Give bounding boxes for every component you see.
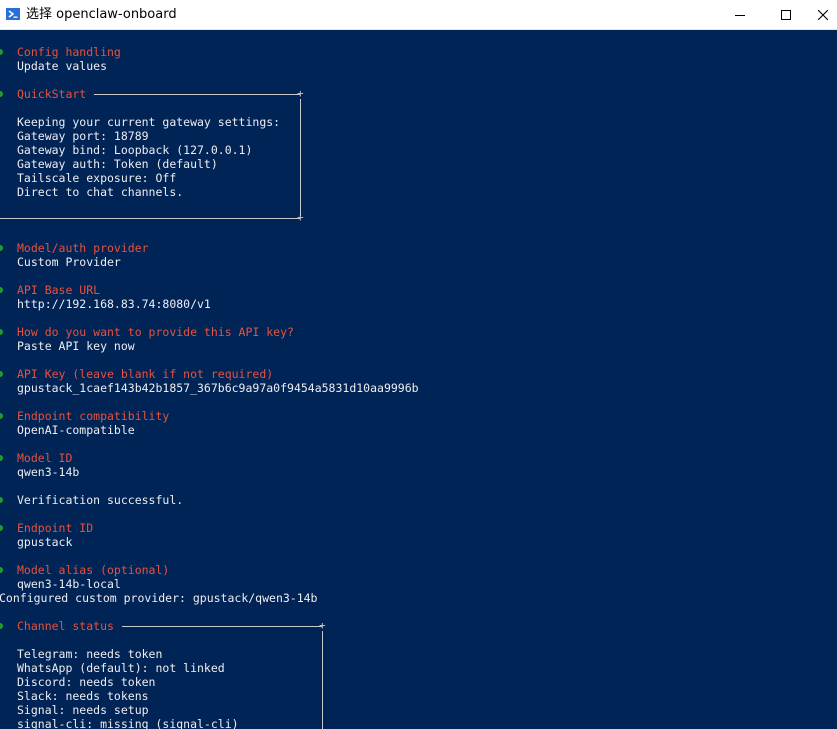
prompt-label: Endpoint ID [17, 521, 94, 535]
step-done-icon [0, 413, 3, 419]
prompt-label: How do you want to provide this API key? [17, 325, 294, 339]
prompt-label: API Key (leave blank if not required) [17, 367, 274, 381]
maximize-button[interactable] [763, 0, 809, 30]
quickstart-line: Gateway bind: Loopback (127.0.0.1) [17, 143, 253, 157]
channel-status-line: signal-cli: missing (signal-cli) [17, 717, 239, 729]
quickstart-line: Direct to chat channels. [17, 185, 184, 199]
channel-status-line: WhatsApp (default): not linked [17, 661, 225, 675]
quickstart-line: Gateway auth: Token (default) [17, 157, 218, 171]
minimize-icon [735, 15, 745, 16]
prompt-label: API Base URL [17, 283, 101, 297]
box-right-border [322, 631, 323, 729]
prompt-label: Endpoint compatibility [17, 409, 170, 423]
step-done-icon [0, 371, 3, 377]
terminal-app-icon [6, 8, 20, 20]
prompt-answer: Update values [17, 59, 108, 73]
prompt-label: Model/auth provider [17, 241, 149, 255]
prompt-label: Model ID [17, 451, 73, 465]
prompt-label: Config handling [17, 45, 121, 59]
title-bar: 选择 openclaw-onboard [0, 0, 837, 30]
box-right-border [300, 99, 301, 216]
step-done-icon [0, 497, 3, 503]
quickstart-line: Keeping your current gateway settings: [17, 115, 281, 129]
box-top-border [122, 626, 322, 627]
quickstart-line: Tailscale exposure: Off [17, 171, 177, 185]
step-done-icon [0, 455, 3, 461]
step-done-icon [0, 287, 3, 293]
channel-status-line: Discord: needs token [17, 675, 156, 689]
box-corner: + [319, 619, 326, 632]
prompt-answer: Paste API key now [17, 339, 135, 353]
channel-status-line: Slack: needs tokens [17, 689, 149, 703]
box-corner: + [297, 87, 304, 100]
step-done-icon [0, 329, 3, 335]
prompt-answer: qwen3-14b-local [17, 577, 121, 591]
prompt-label: Model alias (optional) [17, 563, 170, 577]
channel-status-line: Signal: needs setup [17, 703, 149, 717]
prompt-answer: qwen3-14b [17, 465, 80, 479]
prompt-answer: http://192.168.83.74:8080/v1 [17, 297, 211, 311]
quickstart-line: Gateway port: 18789 [17, 129, 149, 143]
step-done-icon [0, 567, 3, 573]
minimize-button[interactable] [717, 0, 763, 30]
verification-message: Verification successful. [17, 493, 184, 507]
step-done-icon [0, 245, 3, 251]
box-corner: + [297, 211, 304, 224]
prompt-answer: Custom Provider [17, 255, 121, 269]
prompt-answer: OpenAI-compatible [17, 423, 135, 437]
configured-message: Configured custom provider: gpustack/qwe… [0, 591, 318, 605]
quickstart-title: QuickStart [17, 87, 87, 101]
step-done-icon [0, 91, 3, 97]
box-top-border [94, 94, 300, 95]
step-done-icon [0, 49, 3, 55]
prompt-answer: gpustack [17, 535, 73, 549]
window-title: 选择 openclaw-onboard [26, 7, 177, 22]
box-bottom-border [0, 218, 300, 219]
step-done-icon [0, 623, 3, 629]
terminal-output: Config handling Update values QuickStart… [0, 30, 837, 729]
step-done-icon [0, 525, 3, 531]
channel-status-line: Telegram: needs token [17, 647, 163, 661]
channel-status-title: Channel status [17, 619, 114, 633]
maximize-icon [781, 10, 791, 20]
close-button[interactable] [809, 0, 837, 30]
prompt-answer: gpustack_1caef143b42b1857_367b6c9a97a0f9… [17, 381, 419, 395]
close-icon [818, 10, 828, 20]
